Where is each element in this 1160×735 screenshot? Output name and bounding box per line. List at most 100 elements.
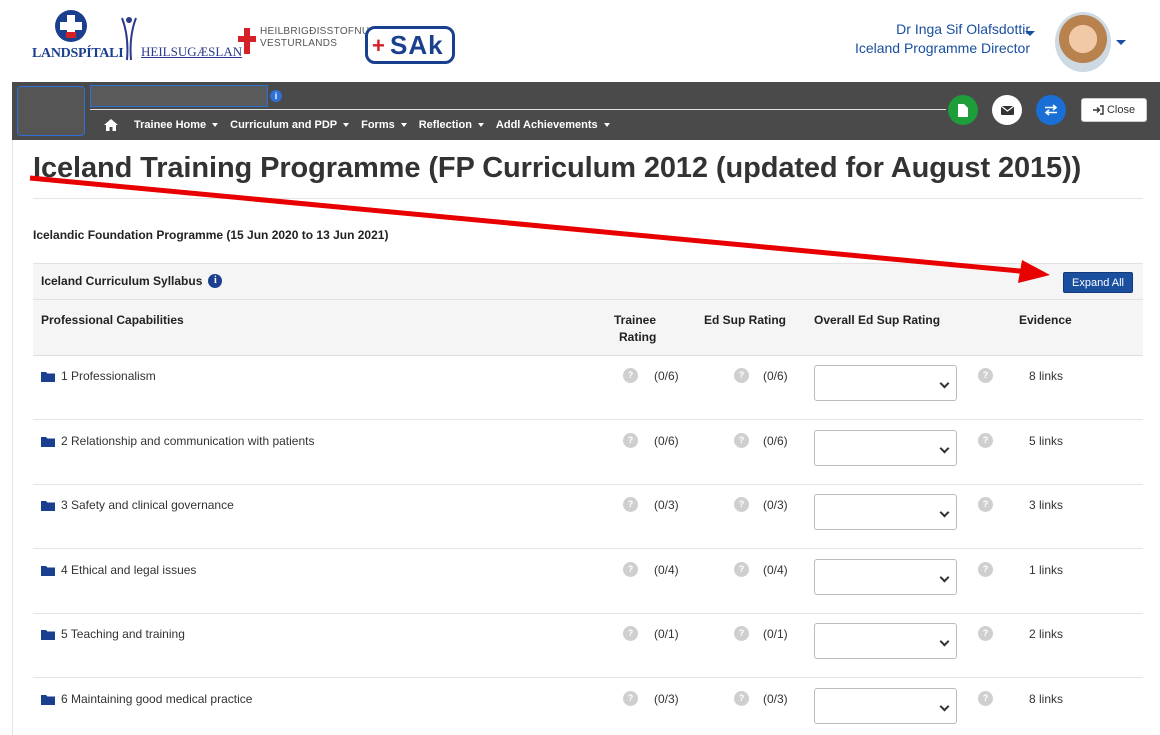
heilsugaeslan-logo: HEILSUGÆSLAN <box>118 14 242 66</box>
user-menu[interactable]: Dr Inga Sif Olafsdottir Iceland Programm… <box>855 20 1030 58</box>
nav-trainee-home[interactable]: Trainee Home <box>134 119 219 131</box>
trainee-rating-help-icon[interactable]: ? <box>623 626 638 641</box>
hve-logo-line1: HEILBRIGÐISSTOFNUN <box>260 26 377 37</box>
ed-sup-rating-help-icon[interactable]: ? <box>734 368 749 383</box>
dropdown-caret-icon <box>343 123 350 127</box>
chevron-down-icon <box>939 636 950 647</box>
nav-addl-achievements-label[interactable]: Addl Achievements <box>496 119 598 131</box>
chevron-down-icon <box>939 443 950 454</box>
overall-rating-help-icon[interactable]: ? <box>978 626 993 641</box>
capability-toggle[interactable]: 5 Teaching and training <box>41 627 185 641</box>
chevron-down-icon <box>939 572 950 583</box>
capability-label[interactable]: 1 Professionalism <box>61 369 156 383</box>
trainee-rating-value: (0/3) <box>654 692 679 706</box>
capability-toggle[interactable]: 2 Relationship and communication with pa… <box>41 434 314 448</box>
nav-curriculum-pdp[interactable]: Curriculum and PDP <box>230 119 350 131</box>
table-row: 3 Safety and clinical governance ? (0/3)… <box>33 485 1143 549</box>
evidence-links[interactable]: 1 links <box>1029 563 1063 577</box>
user-menu-caret-icon[interactable] <box>1025 31 1035 36</box>
info-icon[interactable]: i <box>208 274 223 288</box>
evidence-links[interactable]: 3 links <box>1029 498 1063 512</box>
evidence-links[interactable]: 2 links <box>1029 627 1063 641</box>
capability-toggle[interactable]: 4 Ethical and legal issues <box>41 563 196 577</box>
capability-toggle[interactable]: 3 Safety and clinical governance <box>41 498 234 512</box>
capability-label[interactable]: 5 Teaching and training <box>61 627 185 641</box>
capability-label[interactable]: 2 Relationship and communication with pa… <box>61 434 314 448</box>
nav-reflection-label[interactable]: Reflection <box>419 119 472 131</box>
ed-sup-rating-value: (0/6) <box>763 369 788 383</box>
nav-curriculum-pdp-label[interactable]: Curriculum and PDP <box>230 119 337 131</box>
trainee-rating-value: (0/3) <box>654 498 679 512</box>
nav-reflection[interactable]: Reflection <box>419 119 484 131</box>
capability-label[interactable]: 3 Safety and clinical governance <box>61 498 234 512</box>
content-left-border <box>12 140 13 735</box>
trainee-name-field <box>90 85 268 107</box>
overall-ed-sup-rating-select[interactable] <box>814 430 957 466</box>
close-button-label[interactable]: Close <box>1107 104 1135 116</box>
close-button[interactable]: Close <box>1081 98 1147 122</box>
home-icon[interactable] <box>104 119 118 131</box>
evidence-links[interactable]: 8 links <box>1029 692 1063 706</box>
overall-ed-sup-rating-select[interactable] <box>814 494 957 530</box>
navbar: i Trainee Home Curriculum and PDP Forms … <box>12 82 1160 140</box>
capability-label[interactable]: 4 Ethical and legal issues <box>61 563 196 577</box>
chevron-down-icon <box>939 507 950 518</box>
page-header: LANDSPÍTALI HEILSUGÆSLAN HEILBRIGÐISSTOF… <box>0 0 1160 82</box>
evidence-links[interactable]: 5 links <box>1029 434 1063 448</box>
overall-ed-sup-rating-select[interactable] <box>814 623 957 659</box>
col-evidence: Evidence <box>1019 313 1072 327</box>
hve-logo: HEILBRIGÐISSTOFNUN VESTURLANDS <box>238 22 377 62</box>
switch-trainee-button[interactable] <box>1036 95 1066 125</box>
col-ed-sup-rating: Ed Sup Rating <box>704 313 786 327</box>
sak-logo: + SAk <box>365 26 455 64</box>
col-overall-ed-sup-rating: Overall Ed Sup Rating <box>814 313 941 327</box>
overall-rating-help-icon[interactable]: ? <box>978 562 993 577</box>
trainee-info-icon[interactable]: i <box>270 90 282 102</box>
capability-toggle[interactable]: 6 Maintaining good medical practice <box>41 692 252 706</box>
programme-name: Icelandic Foundation Programme (15 Jun 2… <box>33 228 389 242</box>
trainee-rating-help-icon[interactable]: ? <box>623 433 638 448</box>
sak-plus-icon: + <box>372 33 385 58</box>
trainee-rating-help-icon[interactable]: ? <box>623 497 638 512</box>
overall-ed-sup-rating-select[interactable] <box>814 559 957 595</box>
trainee-rating-help-icon[interactable]: ? <box>623 691 638 706</box>
overall-rating-help-icon[interactable]: ? <box>978 368 993 383</box>
table-row: 1 Professionalism ? (0/6) ? (0/6) ? 8 li… <box>33 356 1143 420</box>
ed-sup-rating-help-icon[interactable]: ? <box>734 433 749 448</box>
capability-label[interactable]: 6 Maintaining good medical practice <box>61 692 252 706</box>
nav-forms-label[interactable]: Forms <box>361 119 395 131</box>
overall-rating-help-icon[interactable]: ? <box>978 433 993 448</box>
evidence-links[interactable]: 8 links <box>1029 369 1063 383</box>
document-button[interactable] <box>948 95 978 125</box>
ed-sup-rating-help-icon[interactable]: ? <box>734 562 749 577</box>
sign-out-icon <box>1092 105 1104 115</box>
nav-trainee-home-label[interactable]: Trainee Home <box>134 119 206 131</box>
nav-addl-achievements[interactable]: Addl Achievements <box>496 119 610 131</box>
dropdown-caret-icon <box>603 123 610 127</box>
overall-rating-help-icon[interactable]: ? <box>978 497 993 512</box>
nav-menu: Trainee Home Curriculum and PDP Forms Re… <box>104 119 610 131</box>
avatar[interactable] <box>1055 12 1111 72</box>
ed-sup-rating-help-icon[interactable]: ? <box>734 626 749 641</box>
avatar-caret-icon[interactable] <box>1116 40 1126 45</box>
hve-logo-line2: VESTURLANDS <box>260 38 338 49</box>
message-button[interactable] <box>992 95 1022 125</box>
folder-icon <box>41 371 55 382</box>
capability-toggle[interactable]: 1 Professionalism <box>41 369 156 383</box>
folder-icon <box>41 500 55 511</box>
trainee-rating-value: (0/1) <box>654 627 679 641</box>
nav-forms[interactable]: Forms <box>361 119 407 131</box>
trainee-rating-help-icon[interactable]: ? <box>623 368 638 383</box>
overall-ed-sup-rating-select[interactable] <box>814 365 957 401</box>
folder-icon <box>41 565 55 576</box>
trainee-rating-help-icon[interactable]: ? <box>623 562 638 577</box>
ed-sup-rating-help-icon[interactable]: ? <box>734 691 749 706</box>
overall-rating-help-icon[interactable]: ? <box>978 691 993 706</box>
expand-all-button[interactable]: Expand All <box>1063 272 1133 293</box>
syllabus-title-text: Iceland Curriculum Syllabus <box>41 274 203 288</box>
overall-ed-sup-rating-select[interactable] <box>814 688 957 724</box>
syllabus-title: Iceland Curriculum Syllabus i <box>41 274 223 288</box>
user-name[interactable]: Dr Inga Sif Olafsdottir <box>855 20 1030 39</box>
ed-sup-rating-help-icon[interactable]: ? <box>734 497 749 512</box>
ed-sup-rating-value: (0/3) <box>763 498 788 512</box>
